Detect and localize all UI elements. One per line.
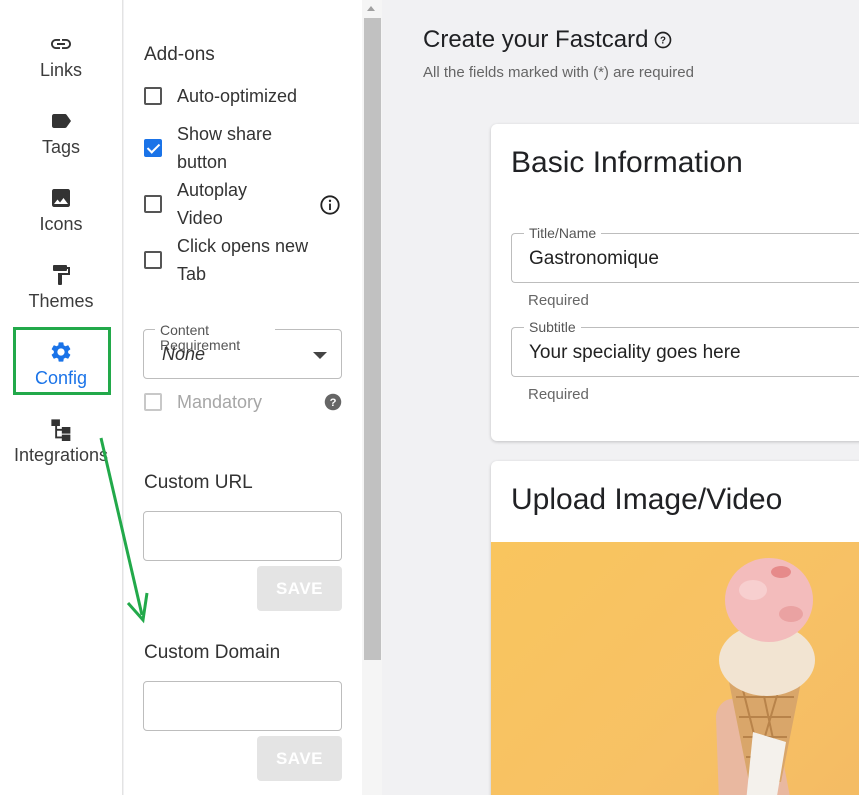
config-panel: Add-ons Auto-optimized Show share button… [124,0,362,795]
upload-card: Upload Image/Video [491,461,859,795]
content-requirement-select[interactable]: Content Requirement None [143,323,342,379]
side-nav: Links Tags Icons Themes Config Integrati… [0,0,123,795]
new-tab-checkbox[interactable] [144,251,162,269]
autoplay-label: Autoplay Video [177,180,248,228]
nav-label-tags: Tags [41,137,81,157]
title-name-value: Gastronomique [529,248,659,269]
nav-label-links: Links [39,60,83,80]
scroll-up-arrow-icon[interactable] [367,6,375,11]
nav-item-icons[interactable]: Icons [0,186,122,235]
custom-domain-label: Custom Domain [144,642,281,663]
custom-url-label: Custom URL [144,472,253,493]
ice-cream-image[interactable] [491,542,859,795]
custom-url-input[interactable] [143,511,342,561]
addons-title: Add-ons [144,44,215,65]
checkbox-row-show-share[interactable]: Show share button [144,120,297,176]
nav-label-themes: Themes [28,291,94,311]
image-icon [52,189,70,207]
title-name-helper: Required [528,292,589,309]
subtitle-field[interactable]: Subtitle Your speciality goes here [511,319,859,377]
checkbox-row-auto-optimized[interactable]: Auto-optimized [144,82,297,110]
nav-label-icons: Icons [39,214,83,234]
basic-information-title: Basic Information [511,146,743,179]
title-name-field[interactable]: Title/Name Gastronomique [511,225,859,283]
new-tab-label: Click opens new Tab [177,236,309,284]
custom-domain-save-button[interactable]: SAVE [257,736,342,781]
nav-label-integrations: Integrations [13,445,109,465]
page-subtitle: All the fields marked with (*) are requi… [423,64,694,81]
checkbox-row-new-tab[interactable]: Click opens new Tab [144,232,327,288]
show-share-label: Show share button [177,124,273,172]
auto-optimized-label: Auto-optimized [177,86,298,106]
integrations-icon [51,419,71,441]
subtitle-helper: Required [528,386,589,403]
nav-item-integrations[interactable]: Integrations [0,417,122,466]
help-circle-icon[interactable]: ? [654,31,672,49]
nav-item-links[interactable]: Links [0,32,122,81]
page-title: Create your Fastcard ? [423,26,672,54]
content-requirement-value: None [162,344,206,364]
page-title-text: Create your Fastcard [423,26,649,53]
panel-scrollbar-thumb[interactable] [364,18,381,660]
tag-icon [52,114,71,128]
chevron-down-icon [313,352,327,359]
nav-item-themes[interactable]: Themes [0,263,122,312]
config-highlight-annotation [13,327,111,395]
auto-optimized-checkbox[interactable] [144,87,162,105]
help-icon[interactable]: ? [324,393,342,411]
custom-url-save-button[interactable]: SAVE [257,566,342,611]
subtitle-value: Your speciality goes here [529,342,741,363]
upload-title: Upload Image/Video [511,483,783,516]
custom-domain-input[interactable] [143,681,342,731]
checkbox-row-mandatory[interactable]: Mandatory [144,388,262,416]
checkbox-row-autoplay[interactable]: Autoplay Video [144,176,267,232]
info-icon[interactable] [319,194,341,216]
ice-cream-cone-illustration [716,558,815,795]
basic-information-card: Basic Information Title/Name Gastronomiq… [491,124,859,441]
mandatory-label: Mandatory [177,392,263,412]
nav-item-tags[interactable]: Tags [0,109,122,158]
link-icon [51,39,71,49]
svg-text:?: ? [330,397,337,409]
svg-text:?: ? [660,35,666,46]
subtitle-legend: Subtitle [524,319,581,335]
mandatory-checkbox[interactable] [144,393,162,411]
title-name-legend: Title/Name [524,225,602,241]
show-share-checkbox[interactable] [144,139,162,157]
autoplay-checkbox[interactable] [144,195,162,213]
paint-roller-icon [53,265,70,285]
